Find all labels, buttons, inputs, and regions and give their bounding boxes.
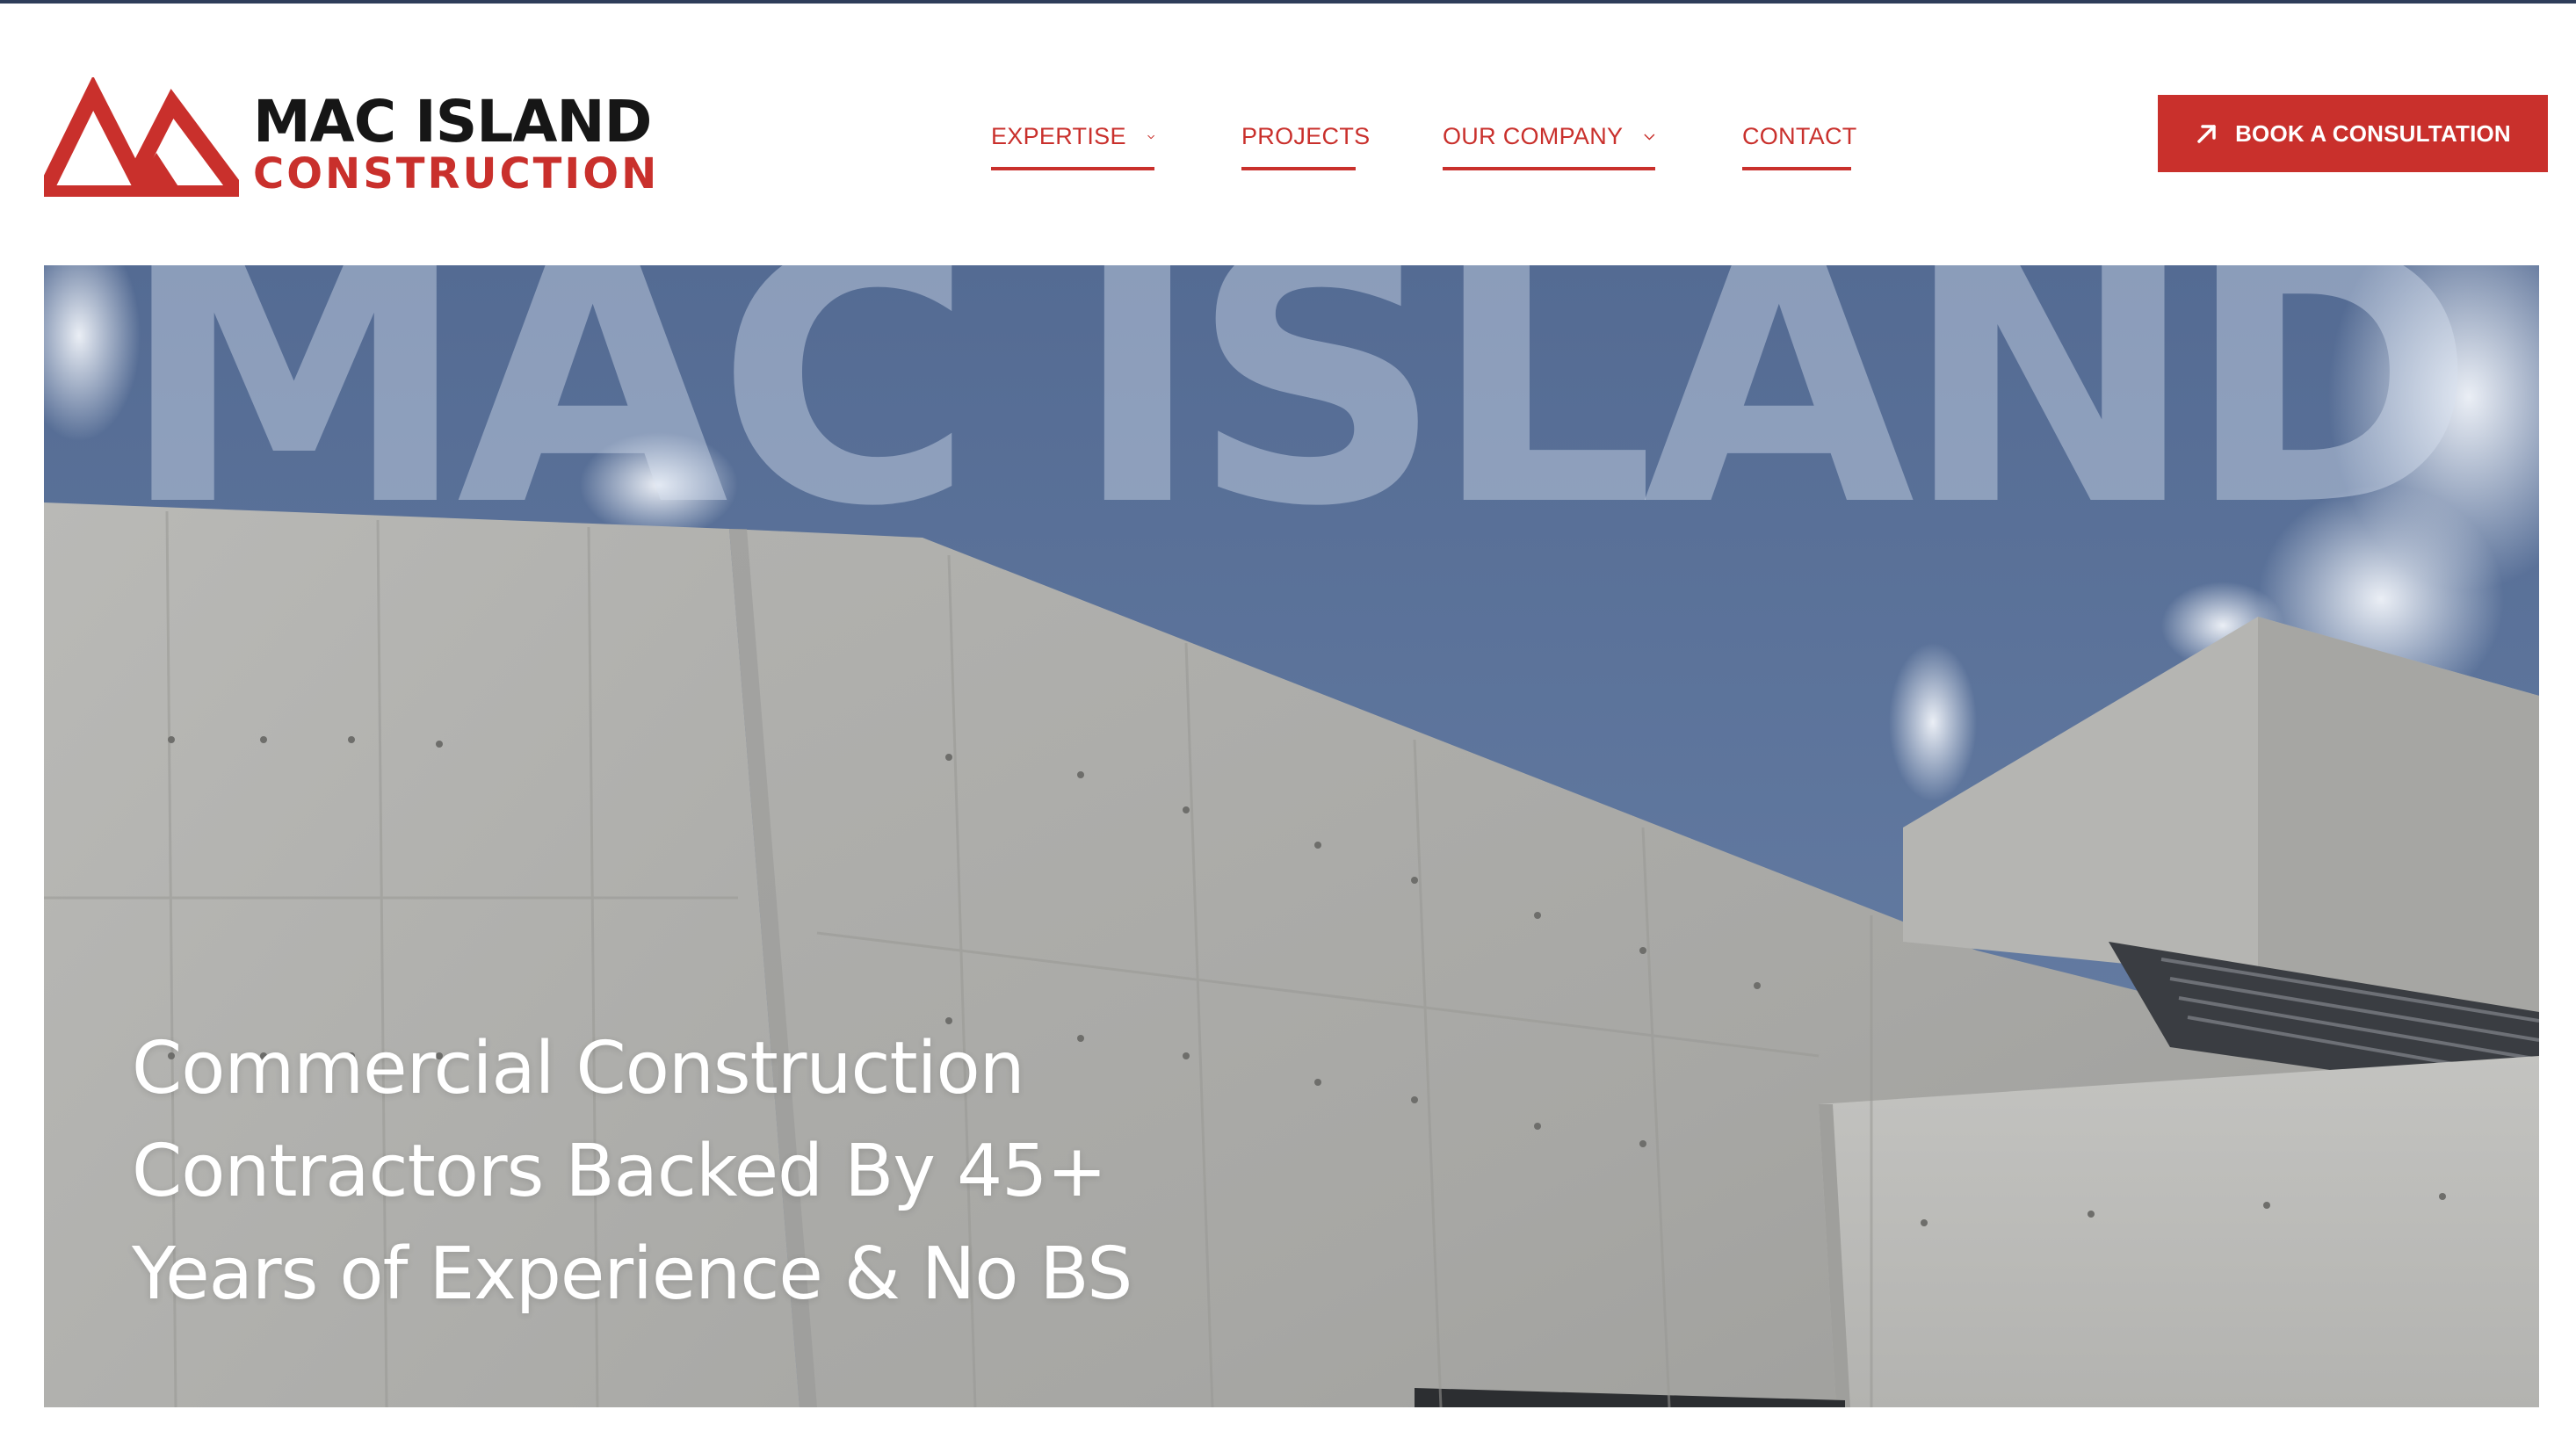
logo-name: MAC ISLAND [253, 88, 652, 155]
book-consultation-button[interactable]: BOOK A CONSULTATION [2158, 95, 2548, 172]
nav-item-label: PROJECTS [1241, 123, 1371, 149]
logo-subname: CONSTRUCTION [253, 149, 660, 199]
arrow-up-right-icon [2197, 125, 2216, 143]
chevron-down-icon[interactable] [1644, 128, 1655, 146]
hero-banner: MAC ISLAND Commercial Construction Contr… [44, 265, 2539, 1407]
nav-item-contact[interactable]: CONTACT [1742, 118, 1856, 170]
site-header: MAC ISLAND CONSTRUCTION EXPERTISE PROJEC… [0, 4, 2576, 264]
logo-mountain-icon [44, 77, 239, 197]
nav-item-label: CONTACT [1742, 123, 1857, 149]
hero-headline-line: Contractors Backed By 45+ [132, 1130, 1107, 1213]
site-logo[interactable]: MAC ISLAND CONSTRUCTION [44, 77, 694, 197]
nav-item-projects[interactable]: PROJECTS [1241, 118, 1370, 170]
hero-headline-line: Commercial Construction [132, 1027, 1025, 1110]
hero-headline: Commercial Construction Contractors Back… [132, 1017, 1362, 1326]
nav-item-expertise[interactable]: EXPERTISE [991, 118, 1154, 170]
nav-item-our-company[interactable]: OUR COMPANY [1443, 118, 1655, 170]
hero-headline-line: Years of Experience & No BS [132, 1233, 1132, 1316]
nav-item-label: OUR COMPANY [1443, 123, 1624, 149]
book-consultation-label: BOOK A CONSULTATION [2235, 119, 2511, 147]
nav-item-label: EXPERTISE [991, 123, 1126, 149]
chevron-down-icon[interactable] [1147, 128, 1154, 146]
